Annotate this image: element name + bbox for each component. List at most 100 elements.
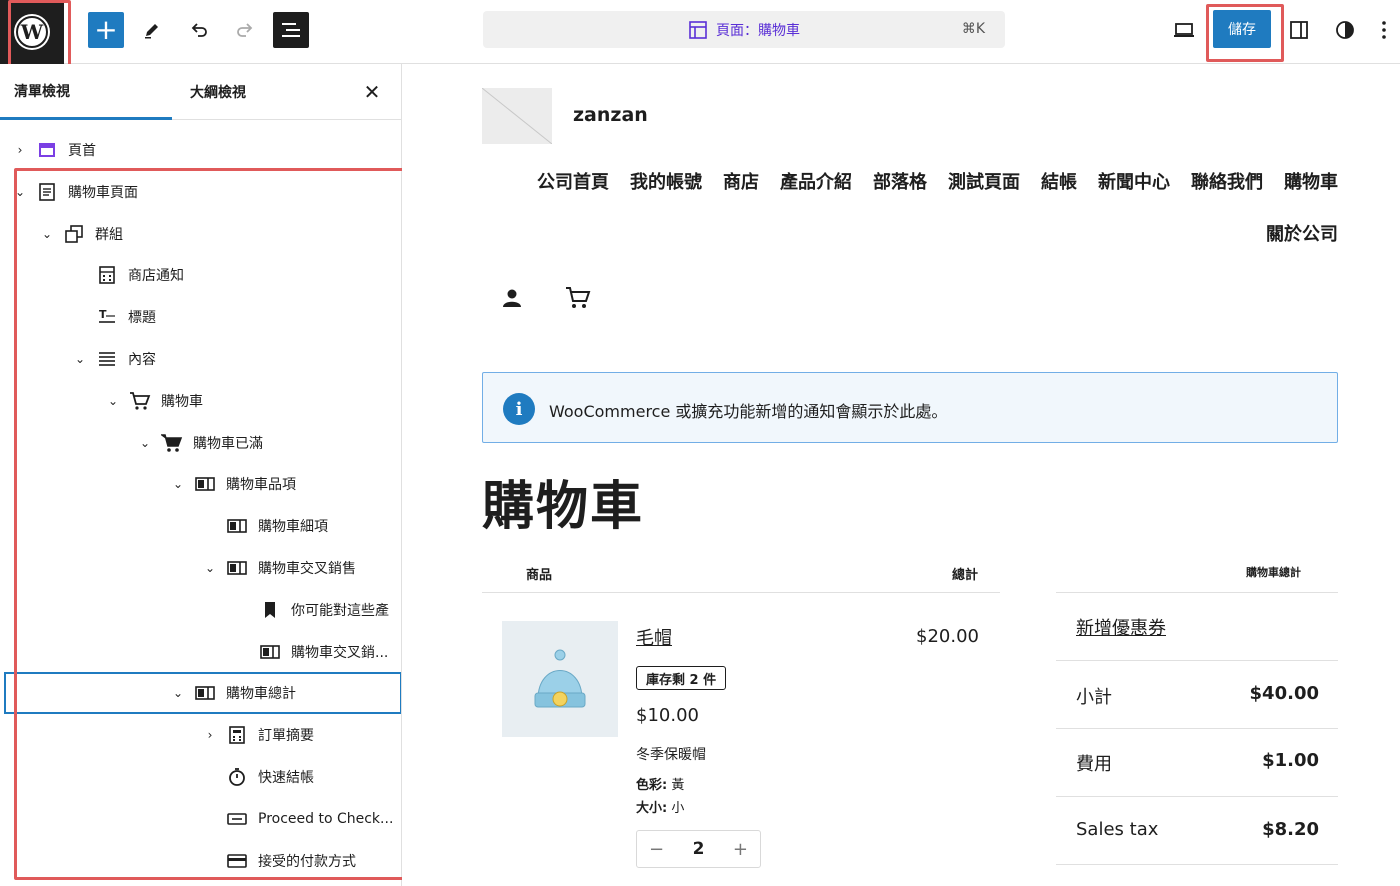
tree-row[interactable]: ⌄ 購物車已滿 [139, 423, 263, 463]
product-name-link[interactable]: 毛帽 [636, 624, 672, 650]
tree-row[interactable]: 接受的付款方式 [204, 841, 356, 881]
page-icon [36, 182, 58, 202]
tree-row[interactable]: T 標題 [74, 297, 156, 337]
undo-icon [191, 23, 207, 37]
subtotal-value: $40.00 [1249, 683, 1319, 704]
nav-link[interactable]: 聯絡我們 [1191, 168, 1263, 194]
page-title[interactable]: 購物車 [482, 464, 644, 539]
tools-button[interactable] [134, 12, 170, 48]
chevron-icon[interactable]: ⌄ [14, 185, 26, 199]
chevron-icon[interactable]: › [14, 143, 26, 157]
tree-row-label: 購物車已滿 [193, 435, 263, 452]
more-vertical-icon [1382, 21, 1386, 39]
chevron-icon[interactable]: ⌄ [107, 394, 119, 408]
info-icon: i [503, 393, 535, 425]
line-total: $20.00 [916, 626, 979, 647]
subtotal-label: 小計 [1076, 687, 1112, 708]
tree-row[interactable]: Proceed to Check... [204, 799, 393, 839]
tree-row[interactable]: 商店通知 [74, 255, 184, 295]
tree-row[interactable]: ⌄ 購物車交叉銷售 [204, 548, 356, 588]
add-block-button[interactable]: + [88, 12, 124, 48]
site-title[interactable]: zanzan [573, 104, 648, 126]
plus-icon: + [94, 13, 118, 46]
styles-button[interactable] [1327, 12, 1363, 48]
tree-row-label: 頁首 [68, 143, 96, 159]
tree-row[interactable]: 購物車交叉銷... [237, 632, 388, 672]
tree-row-label: 標題 [128, 310, 156, 327]
column-block-icon [226, 516, 248, 536]
title-icon: T [96, 307, 118, 327]
divider [1056, 796, 1338, 797]
chevron-icon[interactable]: ⌄ [139, 436, 151, 450]
tree-row-label: 購物車品項 [226, 477, 296, 494]
tree-row-label: 群組 [95, 226, 123, 243]
editor-canvas: zanzan 公司首頁 我的帳號 商店 產品介紹 部落格 測試頁面 結帳 新聞中心 聯絡我們 購物… [402, 64, 1400, 886]
nav-link[interactable]: 部落格 [873, 168, 927, 194]
nav-link[interactable]: 產品介紹 [780, 168, 852, 194]
nav-link[interactable]: 我的帳號 [630, 168, 702, 194]
tree-row-label: 訂單摘要 [258, 728, 314, 745]
redo-button[interactable] [227, 12, 263, 48]
tree-row[interactable]: 購物車細項 [204, 506, 328, 546]
site-navigation: 公司首頁 我的帳號 商店 產品介紹 部落格 測試頁面 結帳 新聞中心 聯絡我們 購物車關於公司 [492, 168, 1338, 246]
tree-row[interactable]: › 訂單摘要 [204, 715, 314, 755]
bookmark-icon [259, 600, 281, 620]
nav-link[interactable]: 新聞中心 [1098, 168, 1170, 194]
chevron-icon[interactable]: ⌄ [74, 352, 86, 366]
tree-row[interactable]: ⌄ 內容 [74, 339, 156, 379]
nav-link[interactable]: 公司首頁 [537, 168, 609, 194]
tab-outline-view[interactable]: 大綱檢視 [190, 64, 246, 120]
options-menu-button[interactable] [1372, 12, 1396, 48]
selected-block-outline [4, 672, 401, 714]
preview-device-button[interactable] [1166, 12, 1202, 48]
chevron-icon[interactable]: ⌄ [204, 561, 216, 575]
meta-key: 色彩: [636, 778, 668, 793]
nav-link[interactable]: 結帳 [1041, 168, 1077, 194]
tree-row-label: 接受的付款方式 [258, 853, 356, 870]
quantity-value[interactable]: 2 [693, 839, 705, 859]
unit-price: $10.00 [636, 705, 699, 726]
tree-row[interactable]: › 頁首 [14, 130, 96, 170]
divider [482, 592, 1000, 593]
tax-value: $8.20 [1262, 819, 1319, 840]
tree-row[interactable]: 快速結帳 [204, 757, 314, 797]
tree-row[interactable]: ⌄ 購物車品項 [172, 464, 296, 504]
product-image[interactable] [502, 621, 618, 737]
tab-list-view[interactable]: 清單檢視 [0, 64, 172, 120]
wordpress-icon: W [16, 16, 48, 48]
chevron-icon[interactable]: ⌄ [172, 477, 184, 491]
tree-row[interactable]: ⌄ 群組 [41, 214, 123, 254]
command-palette-bar[interactable]: 頁面：購物車 ⌘K [483, 11, 1005, 48]
account-link[interactable] [500, 286, 524, 314]
chevron-icon[interactable]: ⌄ [41, 227, 53, 241]
cart-totals-header: 購物車總計 [1246, 566, 1301, 579]
product-description: 冬季保暖帽 [636, 747, 706, 763]
nav-link[interactable]: 購物車 [1284, 168, 1338, 194]
save-button[interactable]: 儲存 [1213, 10, 1271, 48]
decrease-quantity-button[interactable]: − [649, 839, 664, 860]
add-coupon-link[interactable]: 新增優惠券 [1076, 614, 1166, 640]
meta-key: 大小: [636, 801, 668, 816]
template-part-icon [36, 140, 58, 160]
nav-link[interactable]: 商店 [723, 168, 759, 194]
sidebar-tabs: 清單檢視 大綱檢視 ✕ [0, 64, 401, 120]
mini-cart-link[interactable] [564, 284, 592, 316]
column-block-icon [259, 642, 281, 662]
chevron-icon[interactable]: › [204, 728, 216, 742]
undo-button[interactable] [181, 12, 217, 48]
tree-row[interactable]: 你可能對這些產 [237, 590, 389, 630]
product-meta-size: 大小: 小 [636, 797, 684, 816]
product-meta-color: 色彩: 黃 [636, 774, 684, 793]
nav-link[interactable]: 關於公司 [1266, 220, 1338, 246]
tree-row[interactable]: ⌄ 購物車 [107, 381, 203, 421]
tax-label: Sales tax [1076, 819, 1159, 840]
increase-quantity-button[interactable]: + [733, 839, 748, 860]
tree-row[interactable]: ⌄ 購物車頁面 [14, 172, 138, 212]
nav-link[interactable]: 測試頁面 [948, 168, 1020, 194]
document-overview-button[interactable] [273, 12, 309, 48]
tree-row-label: 購物車交叉銷... [291, 644, 389, 661]
wordpress-logo-button[interactable]: W [0, 0, 64, 64]
close-icon[interactable]: ✕ [360, 80, 384, 104]
settings-sidebar-button[interactable] [1281, 12, 1317, 48]
site-logo-placeholder[interactable] [481, 87, 553, 145]
